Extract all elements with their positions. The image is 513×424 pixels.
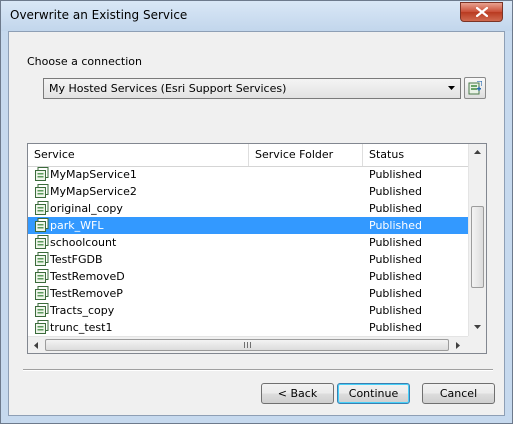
service-status: Published [369, 253, 422, 266]
service-status: Published [369, 321, 422, 334]
scroll-up-icon[interactable] [474, 150, 481, 154]
service-icon [35, 184, 49, 198]
service-name: TestRemoveP [50, 287, 123, 300]
dialog-body: Choose a connection My Hosted Services (… [8, 31, 505, 416]
column-header-service[interactable]: Service [28, 144, 249, 166]
horizontal-scrollbar[interactable] [28, 336, 468, 353]
service-status: Published [369, 287, 422, 300]
close-icon [476, 7, 488, 17]
vertical-scroll-thumb[interactable] [471, 206, 484, 288]
service-name: park_WFL [50, 219, 104, 232]
service-name: TestFGDB [50, 253, 103, 266]
service-name: Tracts_copy [50, 304, 115, 317]
service-icon [35, 303, 49, 317]
connection-dropdown[interactable]: My Hosted Services (Esri Support Service… [43, 78, 461, 99]
table-row[interactable]: trunc_test1 Published [28, 319, 468, 336]
service-name: trunc_test1 [50, 321, 113, 334]
service-icon [35, 218, 49, 232]
service-icon [35, 320, 49, 334]
table-row[interactable]: MyMapService2 Published [28, 183, 468, 200]
vertical-scrollbar[interactable] [468, 144, 486, 336]
scroll-down-icon[interactable] [474, 325, 481, 329]
footer-separator [23, 369, 493, 371]
chevron-down-icon [448, 86, 455, 90]
service-status: Published [369, 304, 422, 317]
back-button[interactable]: < Back [261, 383, 334, 404]
service-icon [35, 252, 49, 266]
column-header-status[interactable]: Status [363, 144, 468, 166]
close-button[interactable] [460, 2, 503, 22]
service-icon [35, 286, 49, 300]
dialog-window: Overwrite an Existing Service Choose a c… [0, 0, 513, 424]
title-bar[interactable]: Overwrite an Existing Service [1, 1, 512, 31]
service-icon [35, 235, 49, 249]
service-name: MyMapService1 [50, 168, 137, 181]
table-row[interactable]: TestRemoveP Published [28, 285, 468, 302]
continue-button[interactable]: Continue [337, 383, 410, 404]
scroll-right-icon[interactable] [456, 342, 460, 349]
add-connection-icon [468, 81, 482, 95]
service-status: Published [369, 168, 422, 181]
service-name: original_copy [50, 202, 123, 215]
service-name: MyMapService2 [50, 185, 137, 198]
services-list[interactable]: Service Service Folder Status MyMapServi… [27, 143, 487, 354]
list-header: Service Service Folder Status [28, 144, 468, 167]
table-row[interactable]: original_copy Published [28, 200, 468, 217]
scroll-left-icon[interactable] [34, 342, 38, 349]
service-status: Published [369, 185, 422, 198]
table-row[interactable]: park_WFL Published [28, 217, 468, 234]
list-rows: MyMapService1 Published MyMapService2 Publi… [28, 166, 468, 336]
scrollbar-corner [468, 336, 486, 353]
service-icon [35, 269, 49, 283]
table-row[interactable]: TestFGDB Published [28, 251, 468, 268]
service-name: TestRemoveD [50, 270, 125, 283]
service-status: Published [369, 219, 422, 232]
choose-connection-label: Choose a connection [27, 55, 142, 68]
service-status: Published [369, 202, 422, 215]
table-row[interactable]: MyMapService1 Published [28, 166, 468, 183]
cancel-button[interactable]: Cancel [422, 383, 495, 404]
table-row[interactable]: TestRemoveD Published [28, 268, 468, 285]
table-row[interactable]: schoolcount Published [28, 234, 468, 251]
table-row[interactable]: Tracts_copy Published [28, 302, 468, 319]
service-icon [35, 167, 49, 181]
service-icon [35, 201, 49, 215]
window-title: Overwrite an Existing Service [10, 8, 188, 22]
horizontal-scroll-thumb[interactable] [45, 339, 449, 351]
column-header-service-folder[interactable]: Service Folder [249, 144, 363, 166]
grip-icon [244, 342, 251, 348]
service-status: Published [369, 270, 422, 283]
service-name: schoolcount [50, 236, 117, 249]
connection-selected-value: My Hosted Services (Esri Support Service… [49, 82, 287, 95]
service-status: Published [369, 236, 422, 249]
add-connection-button[interactable] [464, 77, 486, 99]
